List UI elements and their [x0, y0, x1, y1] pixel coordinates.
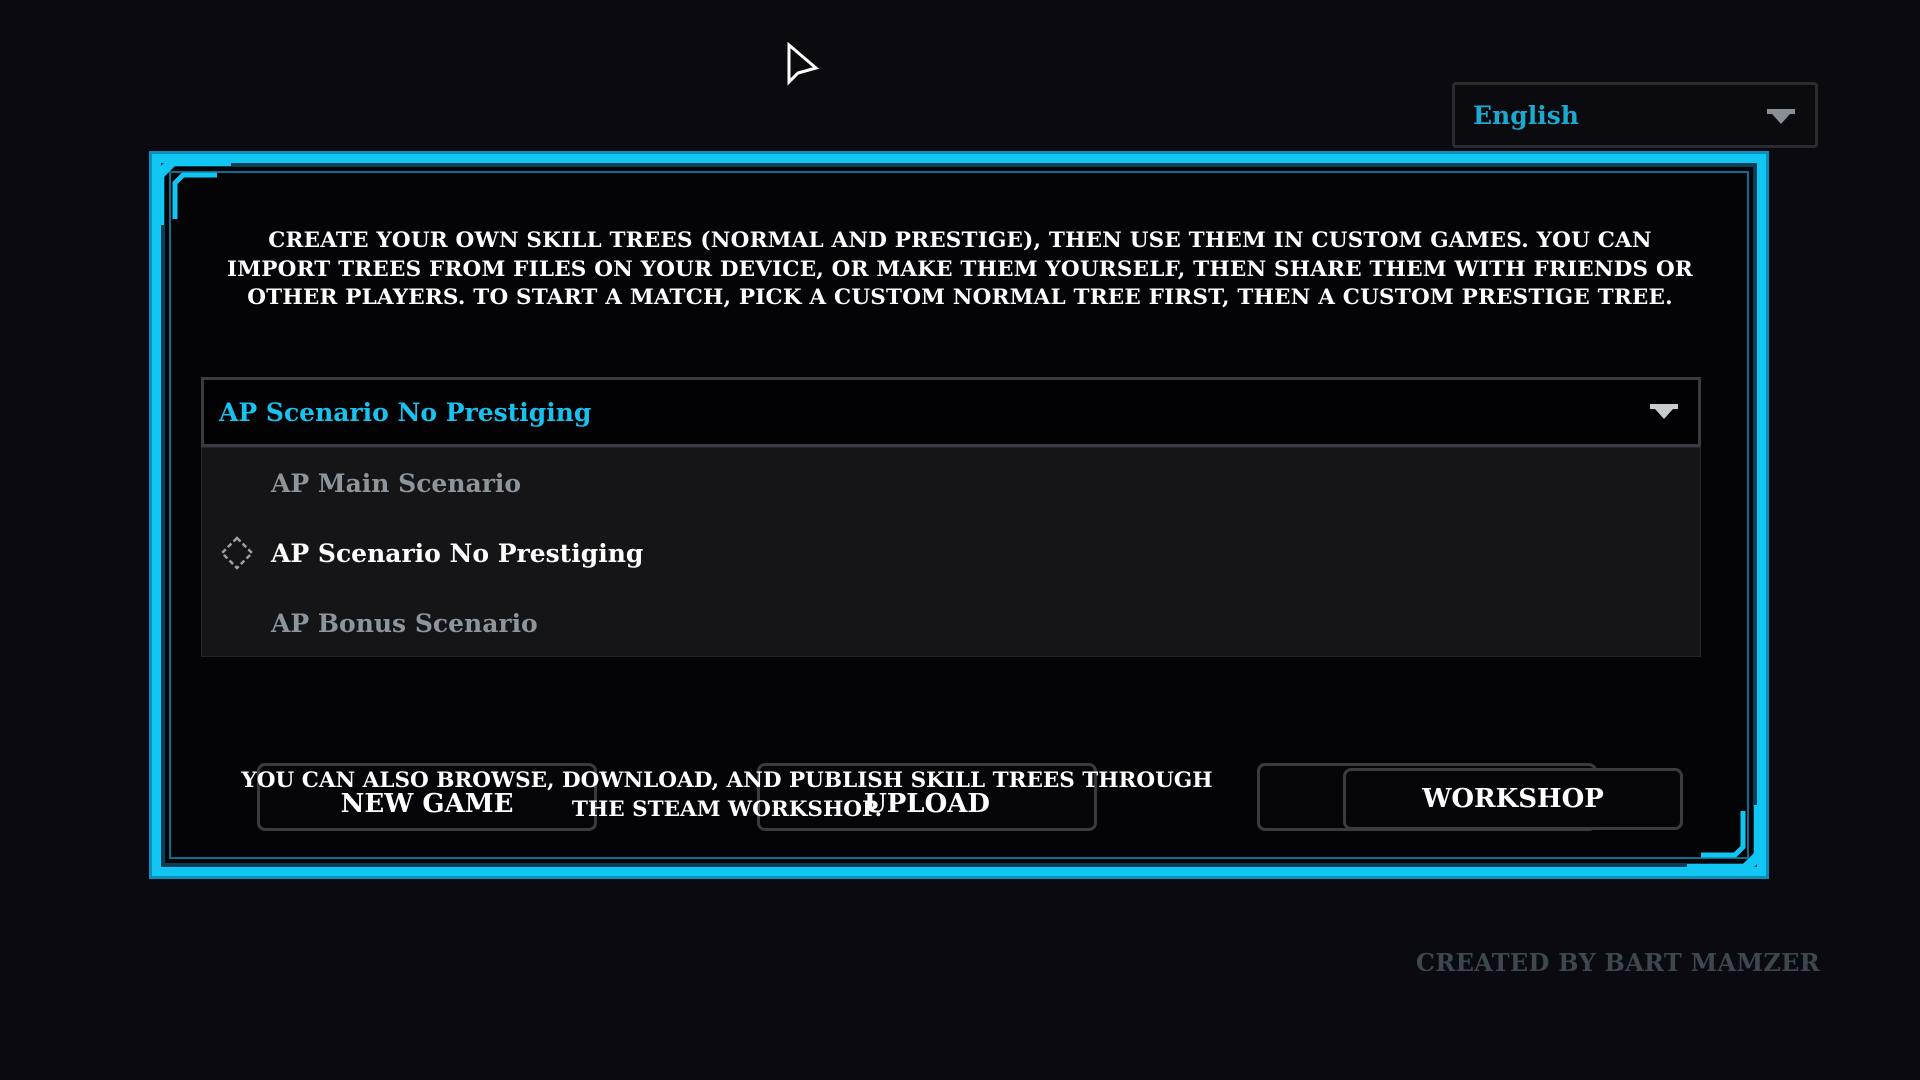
language-select[interactable]: English [1452, 82, 1818, 148]
custom-skill-trees-screen: English CREATE YOUR OWN SKILL TREES (NOR… [0, 0, 1920, 1080]
panel-corner-ornament-icon [1687, 805, 1764, 874]
chevron-down-icon [1767, 109, 1795, 124]
workshop-description: YOU CAN ALSO BROWSE, DOWNLOAD, AND PUBLI… [241, 768, 1213, 822]
skill-tree-option-label: AP Main Scenario [271, 468, 522, 498]
skill-tree-select[interactable]: AP Scenario No Prestiging [201, 377, 1701, 447]
skill-tree-select-value: AP Scenario No Prestiging [219, 397, 592, 427]
skill-tree-option[interactable]: AP Bonus Scenario [202, 588, 1700, 658]
skill-tree-option[interactable]: AP Main Scenario [202, 448, 1700, 518]
skill-trees-panel: CREATE YOUR OWN SKILL TREES (NORMAL AND … [152, 154, 1766, 876]
skill-tree-option-label: AP Bonus Scenario [271, 608, 538, 638]
skill-tree-option-selected[interactable]: AP Scenario No Prestiging [202, 518, 1700, 588]
credit-text: CREATED BY BART MAMZER [1415, 948, 1820, 977]
mouse-cursor-icon [787, 42, 820, 86]
workshop-button[interactable]: WORKSHOP [1343, 768, 1683, 830]
diamond-selection-icon [220, 536, 254, 570]
skill-tree-options-list: AP Main Scenario AP Scenario No Prestigi… [201, 447, 1701, 657]
chevron-down-icon [1650, 404, 1678, 419]
skill-tree-option-label: AP Scenario No Prestiging [271, 538, 644, 568]
language-select-value: English [1473, 100, 1579, 130]
intro-description: CREATE YOUR OWN SKILL TREES (NORMAL AND … [227, 228, 1693, 310]
